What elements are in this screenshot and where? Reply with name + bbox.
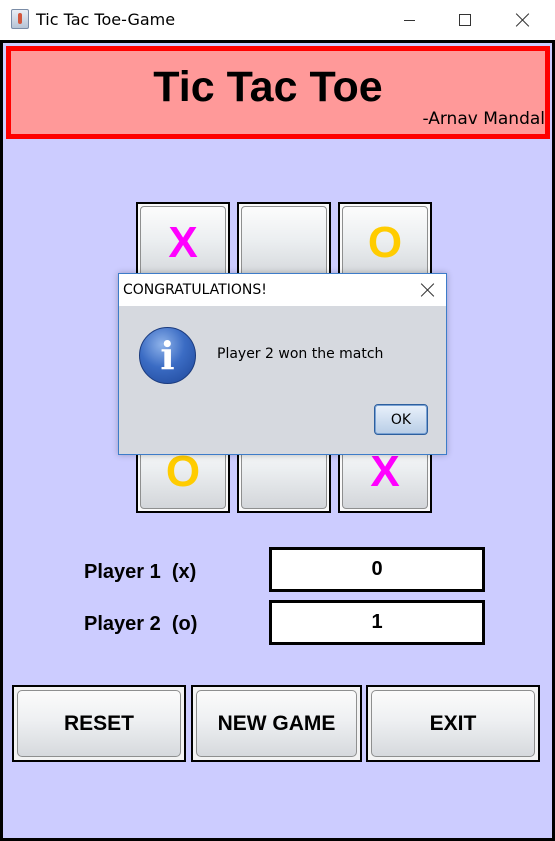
player2-score-field: 1 [269,600,485,645]
ok-button[interactable]: OK [374,404,428,435]
window-title: Tic Tac Toe-Game [36,10,176,29]
java-coffee-icon [11,9,29,29]
close-window-button[interactable] [498,0,548,40]
board-cell-2[interactable] [237,202,331,284]
player1-score-field: 0 [269,547,485,592]
game-title: Tic Tac Toe [153,63,383,111]
congratulations-dialog: CONGRATULATIONS! i Player 2 won the matc… [118,273,447,455]
maximize-icon [459,14,471,26]
cell-mark [241,206,327,280]
header-banner: Tic Tac Toe -Arnav Mandal [6,46,550,139]
dialog-close-button[interactable] [416,278,440,302]
player2-label: Player 2 (o) [84,613,198,635]
close-icon [421,283,435,297]
maximize-button[interactable] [440,0,490,40]
board-cell-3[interactable]: O [338,202,432,284]
info-icon: i [139,327,196,384]
reset-button-label: RESET [17,690,181,757]
close-icon [516,13,530,27]
new-game-button[interactable]: NEW GAME [191,685,362,762]
dialog-titlebar: CONGRATULATIONS! [119,274,446,306]
minimize-button[interactable] [384,0,434,40]
exit-button-label: EXIT [371,690,535,757]
dialog-title: CONGRATULATIONS! [123,282,267,298]
author-label: -Arnav Mandal [422,109,545,129]
dialog-message: Player 2 won the match [217,346,384,362]
cell-mark: O [342,206,428,280]
new-game-button-label: NEW GAME [196,690,357,757]
minimize-icon [403,19,415,21]
window-titlebar: Tic Tac Toe-Game [0,0,555,40]
cell-mark: X [140,206,226,280]
player1-label: Player 1 (x) [84,561,197,583]
exit-button[interactable]: EXIT [366,685,540,762]
reset-button[interactable]: RESET [12,685,186,762]
board-cell-1[interactable]: X [136,202,230,284]
